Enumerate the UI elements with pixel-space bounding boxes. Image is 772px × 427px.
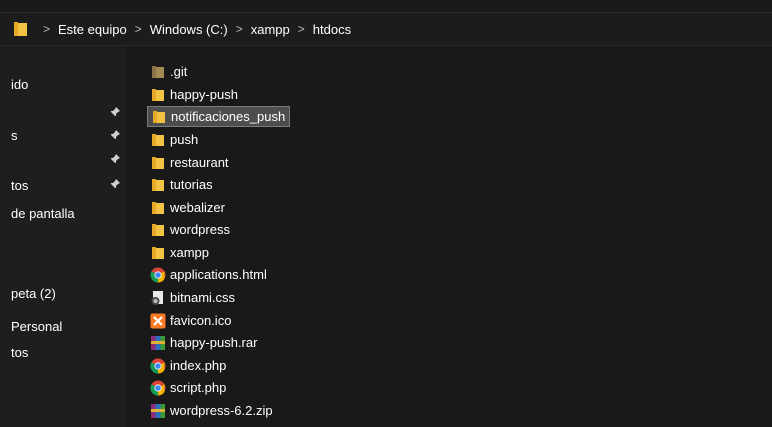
folder-icon (150, 132, 166, 148)
nav-item[interactable]: tos (11, 178, 28, 193)
list-item[interactable]: notificaciones_push (147, 106, 291, 127)
file-name: index.php (170, 358, 227, 373)
list-item[interactable]: push (147, 129, 202, 150)
file-name: script.php (170, 380, 227, 395)
folder-icon (14, 22, 27, 36)
file-name: tutorias (170, 177, 213, 192)
winrar-icon (150, 335, 166, 351)
list-item[interactable]: webalizer (147, 197, 229, 218)
list-item[interactable]: happy-push (147, 84, 242, 105)
file-name: bitnami.css (170, 290, 236, 305)
folder-icon (150, 87, 166, 103)
nav-item[interactable]: s (11, 128, 18, 143)
file-name: notificaciones_push (171, 109, 286, 124)
list-item[interactable]: bitnami.css (147, 287, 239, 308)
list-item[interactable]: index.php (147, 355, 230, 376)
chevron-right-icon[interactable]: > (298, 22, 305, 36)
list-item[interactable]: restaurant (147, 152, 233, 173)
list-item[interactable]: happy-push.rar (147, 332, 261, 353)
file-name: wordpress (170, 222, 230, 237)
breadcrumb-xampp[interactable]: xampp (251, 22, 290, 37)
list-item[interactable]: applications.html (147, 264, 271, 285)
list-item[interactable]: tutorias (147, 174, 217, 195)
list-item[interactable]: wordpress-6.2.zip (147, 400, 277, 421)
chevron-right-icon[interactable]: > (135, 22, 142, 36)
pin-icon (108, 178, 122, 192)
chevron-right-icon[interactable]: > (236, 22, 243, 36)
nav-item[interactable]: de pantalla (11, 206, 75, 221)
pin-icon (108, 129, 122, 143)
list-item[interactable]: .git (147, 61, 191, 82)
breadcrumb-este-equipo[interactable]: Este equipo (58, 22, 127, 37)
file-explorer-window: > Este equipo > Windows (C:) > xampp > h… (0, 0, 772, 427)
nav-item[interactable]: peta (2) (11, 286, 56, 301)
folder-icon (151, 109, 167, 125)
file-name: happy-push (170, 87, 238, 102)
file-name: favicon.ico (170, 313, 232, 328)
folder-icon (150, 200, 166, 216)
css-file-icon (150, 290, 166, 306)
nav-item[interactable]: tos (11, 345, 28, 360)
file-name: webalizer (170, 200, 225, 215)
folder-icon (150, 64, 166, 80)
file-name: push (170, 132, 199, 147)
file-list: .git happy-push notificaciones_push push (127, 47, 772, 427)
pin-icon (108, 153, 122, 167)
address-bar[interactable]: > Este equipo > Windows (C:) > xampp > h… (0, 12, 772, 46)
list-item[interactable]: xampp (147, 242, 213, 263)
list-item[interactable]: script.php (147, 377, 230, 398)
file-name: .git (170, 64, 188, 79)
nav-item[interactable]: Personal (11, 319, 62, 334)
folder-icon (150, 222, 166, 238)
breadcrumb-htdocs[interactable]: htdocs (313, 22, 351, 37)
file-name: wordpress-6.2.zip (170, 403, 273, 418)
folder-icon (150, 245, 166, 261)
winrar-icon (150, 403, 166, 419)
chrome-icon (150, 358, 166, 374)
navigation-pane: ido s tos de pantalla peta (2) Personal … (0, 47, 127, 427)
list-item[interactable]: wordpress (147, 219, 234, 240)
list-item[interactable]: favicon.ico (147, 310, 235, 331)
pin-icon (108, 106, 122, 120)
xampp-icon (150, 313, 166, 329)
file-name: applications.html (170, 267, 267, 282)
chrome-icon (150, 380, 166, 396)
chevron-right-icon: > (43, 22, 51, 36)
file-name: happy-push.rar (170, 335, 258, 350)
file-name: xampp (170, 245, 210, 260)
file-name: restaurant (170, 155, 229, 170)
nav-item[interactable]: ido (11, 77, 28, 92)
folder-icon (150, 155, 166, 171)
breadcrumb-windows-c[interactable]: Windows (C:) (150, 22, 228, 37)
chrome-icon (150, 267, 166, 283)
folder-icon (150, 177, 166, 193)
